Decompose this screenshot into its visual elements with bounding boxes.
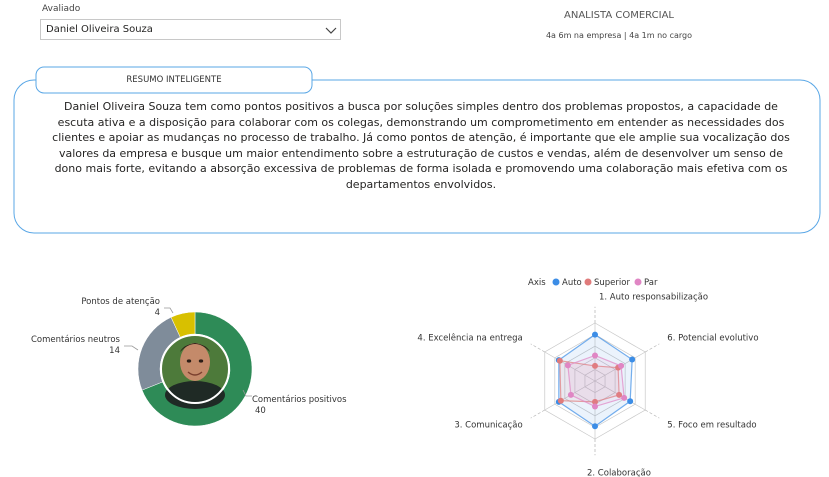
radar-axis-label-2: 5. Foco em resultado bbox=[667, 420, 756, 430]
radar-leader-2 bbox=[645, 409, 660, 419]
charts-area: Comentários positivos40 Comentários neutr… bbox=[31, 278, 759, 477]
radar-point-par-4[interactable] bbox=[567, 391, 574, 398]
donut-label-1: Comentários neutros bbox=[31, 335, 121, 345]
radar-legend-marker-par bbox=[634, 278, 642, 286]
radar-chart: 1. Auto responsabilização 6. Potencial ev… bbox=[417, 278, 758, 477]
donut-value-1: 14 bbox=[109, 346, 120, 356]
radar-point-auto-2[interactable] bbox=[627, 398, 634, 405]
radar-legend-label-superior: Superior bbox=[594, 278, 630, 288]
radar-point-par-3[interactable] bbox=[592, 403, 598, 410]
donut-label-0: Comentários positivos bbox=[252, 395, 347, 405]
radar-legend-label-auto: Auto bbox=[562, 278, 582, 288]
radar-axis-label-5: 4. Excelência na entrega bbox=[417, 333, 522, 344]
radar-leader-5 bbox=[530, 343, 545, 353]
avatar bbox=[160, 334, 230, 409]
radar-axis-label-0: 1. Auto responsabilização bbox=[599, 292, 708, 302]
radar-legend-marker-auto bbox=[552, 278, 560, 286]
radar-point-par-2[interactable] bbox=[621, 394, 628, 401]
radar-axis-label-3: 2. Colaboração bbox=[587, 469, 651, 477]
radar-point-superior-4[interactable] bbox=[557, 397, 564, 404]
donut-value-0: 40 bbox=[255, 406, 266, 416]
radar-axis-label-1: 6. Potencial evolutivo bbox=[667, 334, 758, 344]
radar-point-par-1[interactable] bbox=[618, 362, 625, 369]
donut-value-2: 4 bbox=[155, 308, 160, 318]
radar-legend-label-par: Par bbox=[644, 278, 658, 288]
radar-legend-marker-superior bbox=[584, 278, 592, 286]
radar-point-par-0[interactable] bbox=[592, 352, 598, 359]
radar-point-auto-1[interactable] bbox=[629, 356, 636, 363]
radar-leader-1 bbox=[645, 343, 660, 353]
radar-legend-title: Axis bbox=[528, 278, 546, 288]
donut-leader-1 bbox=[124, 345, 139, 351]
donut-leader-2 bbox=[164, 307, 174, 314]
radar-point-superior-5[interactable] bbox=[556, 357, 563, 364]
radar-point-auto-3[interactable] bbox=[592, 423, 598, 430]
radar-axis-label-4: 3. Comunicação bbox=[454, 420, 522, 430]
radar-point-auto-0[interactable] bbox=[592, 331, 598, 338]
radar-point-par-5[interactable] bbox=[564, 362, 571, 369]
radar-leader-4 bbox=[530, 409, 545, 419]
donut-label-2: Pontos de atenção bbox=[81, 297, 160, 307]
